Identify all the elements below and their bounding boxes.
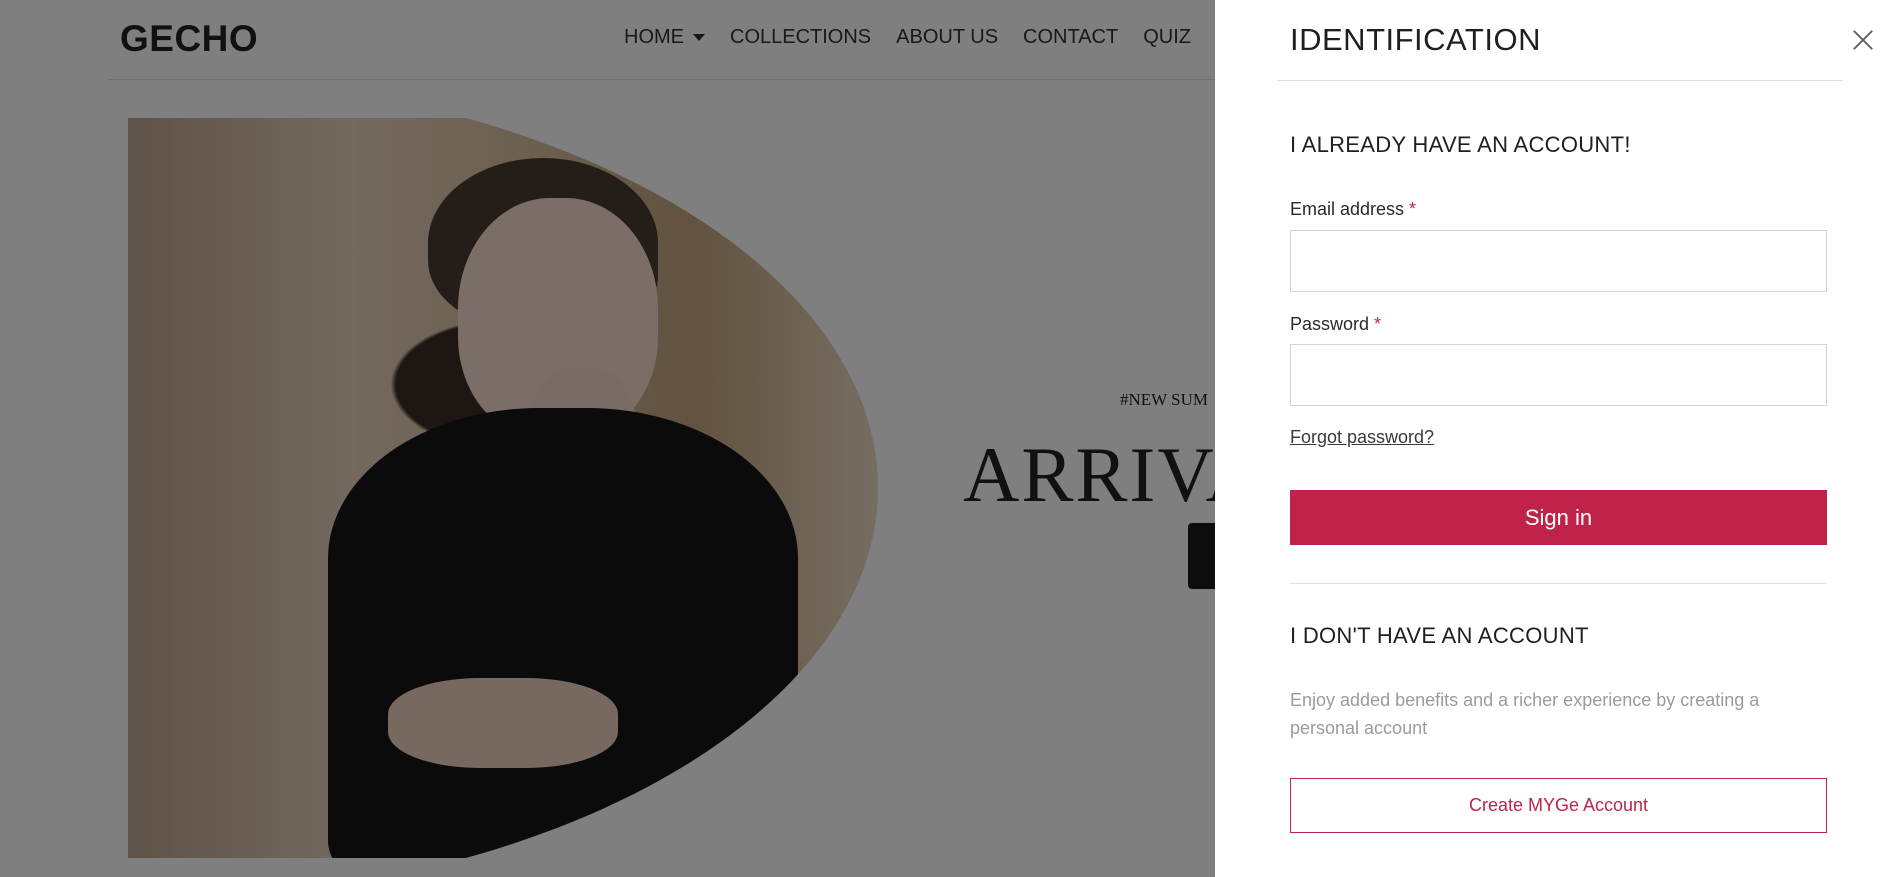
close-icon[interactable] [1845, 22, 1881, 58]
email-label-text: Email address [1290, 199, 1405, 219]
email-label: Email address * [1290, 199, 1416, 220]
register-heading: I DON'T HAVE AN ACCOUNT [1290, 623, 1589, 648]
password-label-text: Password [1290, 314, 1370, 334]
required-mark: * [1409, 199, 1417, 219]
panel-header: IDENTIFICATION [1277, 0, 1843, 81]
page: GECHO HOME COLLECTIONS ABOUT US CONTACT … [0, 0, 1893, 877]
sign-in-button[interactable]: Sign in [1290, 490, 1827, 545]
forgot-password-link[interactable]: Forgot password? [1290, 427, 1434, 448]
login-heading: I ALREADY HAVE AN ACCOUNT! [1290, 132, 1631, 157]
section-divider [1290, 583, 1827, 584]
email-field[interactable] [1290, 230, 1827, 292]
password-field[interactable] [1290, 344, 1827, 406]
password-label: Password * [1290, 314, 1381, 335]
panel-title: IDENTIFICATION [1290, 22, 1541, 57]
create-account-button[interactable]: Create MYGe Account [1290, 778, 1827, 833]
register-description: Enjoy added benefits and a richer experi… [1290, 690, 1760, 738]
identification-panel: IDENTIFICATION I ALREADY HAVE AN ACCOUNT… [1215, 0, 1893, 877]
required-mark: * [1374, 314, 1382, 334]
